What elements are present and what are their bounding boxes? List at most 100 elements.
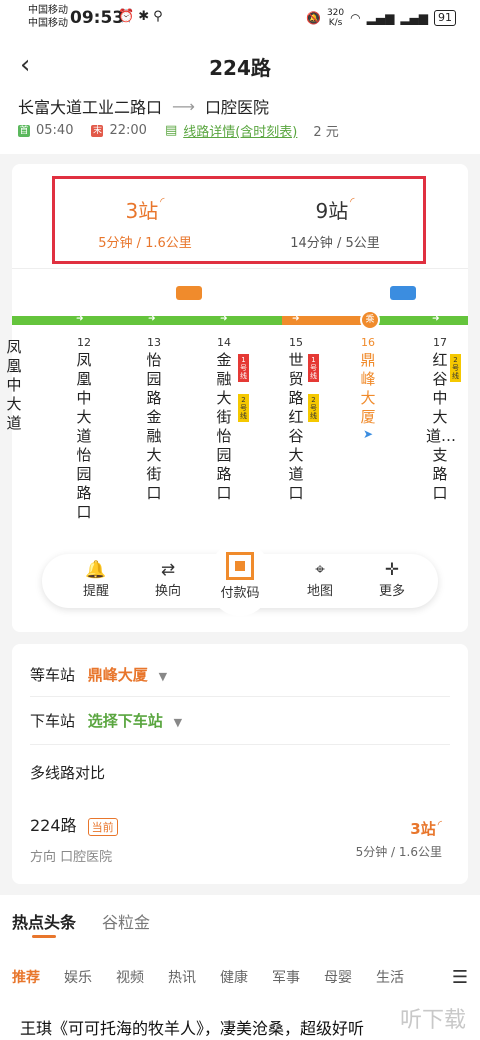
clock: 09:53 (70, 8, 125, 28)
map-pin-icon: ⌖ (315, 560, 325, 580)
metro-line-1-badge: 1号线 (308, 354, 319, 382)
station-item[interactable]: 13 怡园路金融大街口 (140, 336, 168, 503)
tab-hot-news[interactable]: 热点头条 (12, 909, 76, 933)
category-item[interactable]: 视频 (116, 967, 144, 987)
action-bar: 🔔 提醒 ⇄ 换向 付款码 ⌖ 地图 ✛ 更多 (42, 542, 438, 616)
station-item[interactable]: 15 世贸路红谷大道口 (282, 336, 310, 503)
news-tabs: 热点头条 谷粒金 (12, 909, 150, 933)
bus-icon[interactable] (176, 286, 202, 300)
remind-button[interactable]: 🔔 提醒 (66, 560, 126, 599)
eta-next[interactable]: 9站 ◜ 14分钟 / 5公里 (255, 195, 415, 251)
route-meta: 首 05:40 末 22:00 ▤ 线路详情(含时刻表) 2 元 (18, 121, 339, 140)
station-item-current[interactable]: 16 鼎峰大厦 ➤ (354, 336, 382, 441)
bell-icon: 🔔 (85, 560, 107, 580)
compare-title: 多线路对比 (30, 764, 106, 782)
compare-line-name: 224路 (30, 816, 77, 835)
metro-line-2-badge: 2号线 (308, 394, 319, 422)
category-item[interactable]: 军事 (272, 967, 300, 987)
first-bus-tag: 首 (18, 124, 30, 137)
route-detail-link[interactable]: 线路详情(含时刻表) (183, 121, 297, 140)
news-headline[interactable]: 王琪《可可托海的牧羊人》，凄美沧桑，超级好听 (20, 1015, 364, 1039)
last-bus-tag: 末 (91, 124, 104, 137)
first-bus-time: 05:40 (36, 123, 74, 138)
category-item[interactable]: 热讯 (168, 967, 196, 987)
fare: 2 元 (313, 125, 339, 140)
schedule-icon: ▤ (164, 123, 178, 138)
eta-highlight-box: 3站 ◜ 5分钟 / 1.6公里 9站 ◜ 14分钟 / 5公里 (52, 176, 426, 264)
network-speed: 320 K/s (326, 8, 345, 28)
realtime-signal-icon: ◜ (160, 195, 165, 208)
eta-nearest[interactable]: 3站 ◜ 5分钟 / 1.6公里 (65, 195, 225, 251)
realtime-signal-icon: ◜ (437, 818, 442, 831)
compare-line-row[interactable]: 224路 当前 (30, 812, 118, 836)
divider (12, 268, 468, 269)
category-item[interactable]: 健康 (220, 967, 248, 987)
news-categories: 推荐 娱乐 视频 热讯 健康 军事 母婴 生活 (12, 967, 404, 987)
bluetooth-icon: ✱ (138, 9, 154, 24)
realtime-signal-icon: ◜ (350, 195, 355, 208)
route-from: 长富大道工业二路口 (18, 98, 163, 117)
signal-icon: ▂▄▆ (366, 11, 395, 25)
alight-station-value: 选择下车站 (87, 712, 163, 730)
active-tab-underline (32, 935, 56, 938)
route-endpoints: 长富大道工业二路口 ⟶ 口腔医院 (18, 94, 269, 118)
my-location-icon: ➤ (362, 427, 374, 441)
metro-line-1-badge: 1号线 (238, 354, 249, 382)
station-item[interactable]: 12 凤凰中大道怡园路口 (70, 336, 98, 522)
divider (30, 696, 450, 697)
reverse-button[interactable]: ⇄ 换向 (138, 560, 198, 599)
direction-arrow-icon: ➜ (148, 314, 156, 324)
current-stop-marker-icon: 乘 (360, 310, 380, 330)
page-title: 224路 (209, 56, 271, 80)
wait-station-value: 鼎峰大厦 (87, 666, 148, 684)
map-button[interactable]: ⌖ 地图 (290, 560, 350, 599)
location-icon: ⚲ (153, 9, 167, 24)
swap-icon: ⇄ (160, 560, 176, 580)
signal-icon-2: ▂▄▆ (400, 11, 428, 25)
watermark: 听下载 (399, 1008, 466, 1033)
carrier-labels: 中国移动 中国移动 (28, 4, 68, 30)
wifi-icon: ◠ (350, 11, 361, 25)
bus-icon[interactable] (390, 286, 416, 300)
last-bus-time: 22:00 (109, 123, 147, 138)
alight-station-row[interactable]: 下车站 选择下车站 ▼ (30, 710, 182, 731)
realtime-card: 3站 ◜ 5分钟 / 1.6公里 9站 ◜ 14分钟 / 5公里 ➜ ➜ ➜ ➜ ➜… (6, 164, 468, 632)
menu-icon[interactable]: ☰ (452, 967, 468, 988)
dropdown-caret-icon: ▼ (173, 716, 183, 729)
station-item[interactable]: 14 金融大街怡园路口 (210, 336, 238, 503)
more-button[interactable]: ✛ 更多 (362, 560, 422, 599)
wait-station-row[interactable]: 等车站 鼎峰大厦 ▼ (30, 664, 167, 685)
category-item[interactable]: 母婴 (324, 967, 352, 987)
direction-arrow-icon: ⟶ (172, 96, 195, 116)
pay-code-button[interactable]: 付款码 (210, 542, 270, 616)
mute-icon: 🔕 (306, 11, 321, 25)
status-icons-right: 🔕 320 K/s ◠ ▂▄▆ ▂▄▆ 91 (306, 8, 456, 28)
direction-arrow-icon: ➜ (220, 314, 228, 324)
metro-line-2-badge: 2号线 (238, 394, 249, 422)
station-item[interactable]: 凤凰中大道 (0, 336, 28, 433)
plus-icon: ✛ (384, 560, 400, 580)
route-to: 口腔医院 (204, 98, 269, 117)
trip-panel: 等车站 鼎峰大厦 ▼ 下车站 选择下车站 ▼ 多线路对比 224路 当前 方向 … (12, 644, 468, 884)
current-badge: 当前 (87, 817, 118, 836)
category-item[interactable]: 娱乐 (64, 967, 92, 987)
compare-eta: 3站 ◜ 5分钟 / 1.6公里 (355, 818, 442, 859)
direction-arrow-icon: ➜ (76, 314, 84, 324)
alarm-icon: ⏰ (118, 9, 139, 24)
compare-direction: 方向 口腔医院 (30, 850, 113, 865)
status-bar: 中国移动 中国移动 09:53 ⏰✱⚲ 🔕 320 K/s ◠ ▂▄▆ ▂▄▆ … (0, 0, 480, 36)
direction-arrow-icon: ➜ (432, 314, 440, 324)
metro-line-2-badge: 2号线 (450, 354, 461, 382)
category-item[interactable]: 生活 (376, 967, 404, 987)
battery-icon: 91 (434, 10, 456, 26)
qr-code-icon (226, 552, 254, 580)
news-section: 热点头条 谷粒金 推荐 娱乐 视频 热讯 健康 军事 母婴 生活 ☰ 王琪《可可… (0, 895, 480, 1040)
carrier-1: 中国移动 (28, 5, 68, 16)
divider (30, 744, 450, 745)
route-header: ‹ 224路 长富大道工业二路口 ⟶ 口腔医院 首 05:40 末 22:00 … (0, 36, 480, 154)
status-icons-left: ⏰✱⚲ (118, 9, 167, 24)
dropdown-caret-icon: ▼ (158, 670, 168, 683)
tab-gulijin[interactable]: 谷粒金 (102, 909, 150, 933)
carrier-2: 中国移动 (28, 18, 68, 29)
category-item[interactable]: 推荐 (12, 967, 40, 987)
